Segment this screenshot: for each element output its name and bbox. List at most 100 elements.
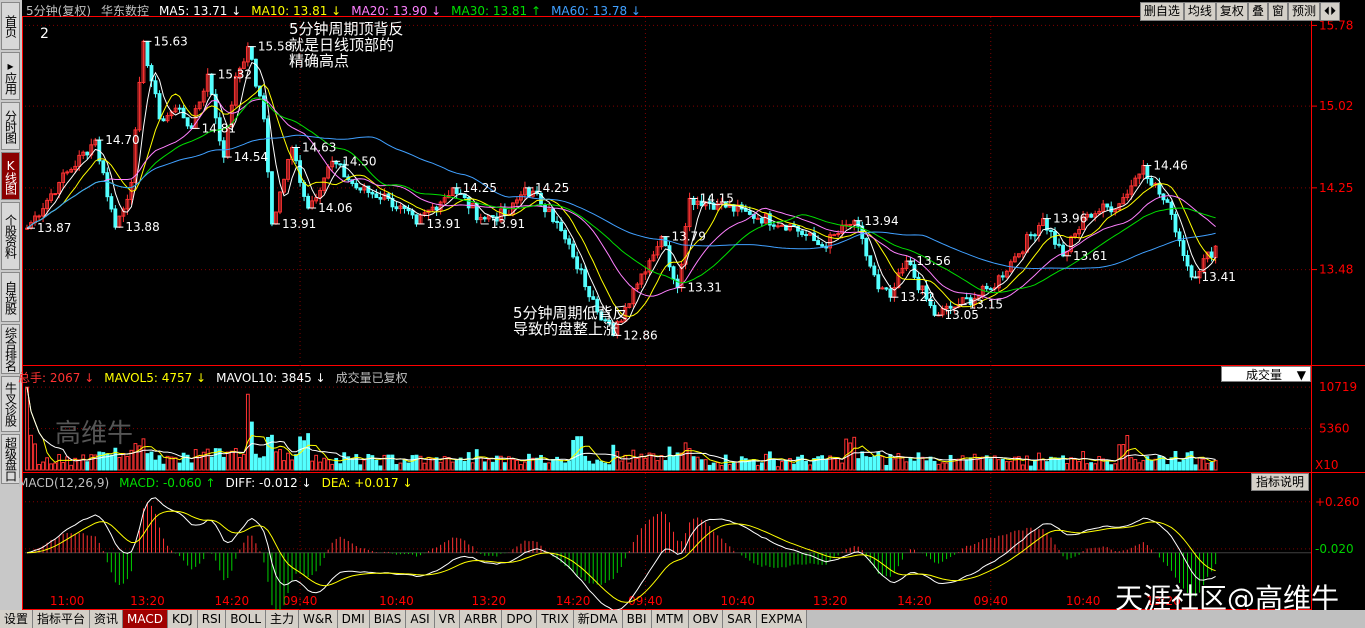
indicator-tab-17[interactable]: BBI <box>622 610 652 628</box>
volume-bar <box>816 456 820 471</box>
volume-bar <box>527 453 531 471</box>
candle-body <box>575 256 580 270</box>
volume-bar <box>322 457 327 471</box>
time-axis-label: 10:40 <box>720 594 755 608</box>
indicator-tab-21[interactable]: EXPMA <box>756 610 808 628</box>
volume-bar <box>1000 458 1005 471</box>
top-button-4[interactable]: 窗 <box>1267 2 1288 21</box>
volume-bar <box>278 449 282 471</box>
volume-bar <box>1161 456 1166 471</box>
volume-bar <box>735 461 740 471</box>
volume-bar <box>707 464 712 471</box>
indicator-tab-11[interactable]: ASI <box>406 610 435 628</box>
indicator-tab-8[interactable]: W&R <box>299 610 338 628</box>
indicator-tab-10[interactable]: BIAS <box>369 610 407 628</box>
volume-bar <box>450 461 455 471</box>
candle-body <box>988 288 993 291</box>
volume-bar <box>193 449 198 471</box>
price-axis-label: 13.48 <box>1319 263 1353 277</box>
volume-bar <box>274 451 278 471</box>
price-label: 14.63 <box>302 141 336 155</box>
time-axis-label: 11:00 <box>50 594 85 608</box>
indicator-tab-13[interactable]: ARBR <box>460 610 503 628</box>
volume-bar <box>141 438 146 471</box>
indicator-tab-15[interactable]: TRIX <box>537 610 574 628</box>
indicator-tab-2[interactable]: 资讯 <box>90 610 124 628</box>
time-axis-label: 14:20 <box>215 594 250 608</box>
prev-next-icon[interactable]: ⏴⏵ <box>1319 2 1340 21</box>
indicator-tab-9[interactable]: DMI <box>337 610 370 628</box>
left-tab-4[interactable]: 个股资料 <box>1 202 20 270</box>
volume-bar <box>667 446 672 471</box>
chart-canvas[interactable]: 15.7815.0214.2513.48107195360X10+0.260-0… <box>22 0 1365 615</box>
volume-bar <box>1193 464 1198 471</box>
left-tab-2[interactable]: 分时图 <box>1 102 20 150</box>
top-button-1[interactable]: 均线 <box>1183 2 1216 21</box>
volume-bar <box>792 463 796 471</box>
top-button-5[interactable]: 预测 <box>1287 2 1320 21</box>
volume-bar <box>85 461 90 471</box>
volume-bar <box>691 456 696 471</box>
candle-body <box>1189 265 1194 278</box>
volume-bar <box>591 463 596 471</box>
indicator-tab-3[interactable]: MACD <box>123 610 169 628</box>
indicator-tab-6[interactable]: BOLL <box>226 610 267 628</box>
indicator-tab-20[interactable]: SAR <box>723 610 757 628</box>
volume-bar <box>1093 463 1098 471</box>
period-label[interactable]: 5分钟(复权) <box>26 2 91 19</box>
candle-body <box>932 305 937 316</box>
indicator-tab-19[interactable]: OBV <box>688 610 724 628</box>
indicator-tab-12[interactable]: VR <box>434 610 461 628</box>
top-button-0[interactable]: 删自选 <box>1139 2 1184 21</box>
volume-bar <box>157 455 162 471</box>
volume-bar <box>262 456 266 471</box>
indicator-tab-16[interactable]: 新DMA <box>573 610 623 628</box>
volume-bar <box>739 456 744 471</box>
volume-bar <box>282 460 286 471</box>
volume-bar <box>1165 464 1170 471</box>
volume-bar <box>940 462 945 471</box>
price-label: 15.63 <box>153 34 187 48</box>
volume-bar <box>113 447 118 471</box>
kline-chart-area[interactable]: 15.78 15.02 14.25 13.48 10719 5360 X10 +0.260 -0… <box>18 0 1365 615</box>
volume-bar <box>510 458 515 471</box>
indicator-tab-4[interactable]: KDJ <box>168 610 198 628</box>
indicator-help-button[interactable]: 指标说明 <box>1251 473 1310 491</box>
volume-bar <box>643 457 648 471</box>
volume-bar <box>221 456 226 471</box>
volume-bar <box>727 463 732 471</box>
volume-bar <box>117 456 122 471</box>
volume-bar <box>97 451 102 471</box>
volume-bar <box>1153 458 1158 471</box>
volume-bar <box>1004 461 1009 471</box>
price-label: 13.22 <box>900 290 934 304</box>
indicator-tab-7[interactable]: 主力 <box>266 610 300 628</box>
left-tab-5[interactable]: 自选股 <box>1 272 20 322</box>
dea-value: DEA: +0.017 ↓ <box>321 476 413 490</box>
volume-indicator-dropdown[interactable]: 成交量 ▼ <box>1221 366 1311 382</box>
volume-bar <box>611 444 616 471</box>
indicator-tab-5[interactable]: RSI <box>197 610 227 628</box>
candle-body <box>482 217 487 220</box>
left-tab-0[interactable]: 首页 <box>1 2 20 50</box>
indicator-tab-18[interactable]: MTM <box>651 610 689 628</box>
candles-group <box>25 39 1218 339</box>
indicator-tab-14[interactable]: DPO <box>502 610 538 628</box>
volume-bar <box>956 458 961 471</box>
candle-body <box>209 73 214 95</box>
price-label: 13.15 <box>969 298 1003 312</box>
mavol5-value: MAVOL5: 4757 ↓ <box>104 370 207 385</box>
volume-bar <box>928 456 933 471</box>
price-label: 14.06 <box>318 201 352 215</box>
left-tab-6[interactable]: 综合排名 <box>1 324 20 374</box>
left-tab-3[interactable]: K线图 <box>1 152 20 200</box>
left-tab-1[interactable]: ▸应用 <box>1 52 20 100</box>
top-button-3[interactable]: 叠 <box>1247 2 1268 21</box>
volume-bar <box>286 452 290 471</box>
top-button-2[interactable]: 复权 <box>1215 2 1248 21</box>
candle-body <box>1105 203 1110 208</box>
indicator-tab-1[interactable]: 指标平台 <box>33 610 91 628</box>
indicator-tab-0[interactable]: 设置 <box>0 610 34 628</box>
volume-bar <box>944 462 949 471</box>
main-header: 5分钟(复权) 华东数控 MA5: 13.71 ↓ MA10: 13.81 ↓ … <box>26 2 641 19</box>
